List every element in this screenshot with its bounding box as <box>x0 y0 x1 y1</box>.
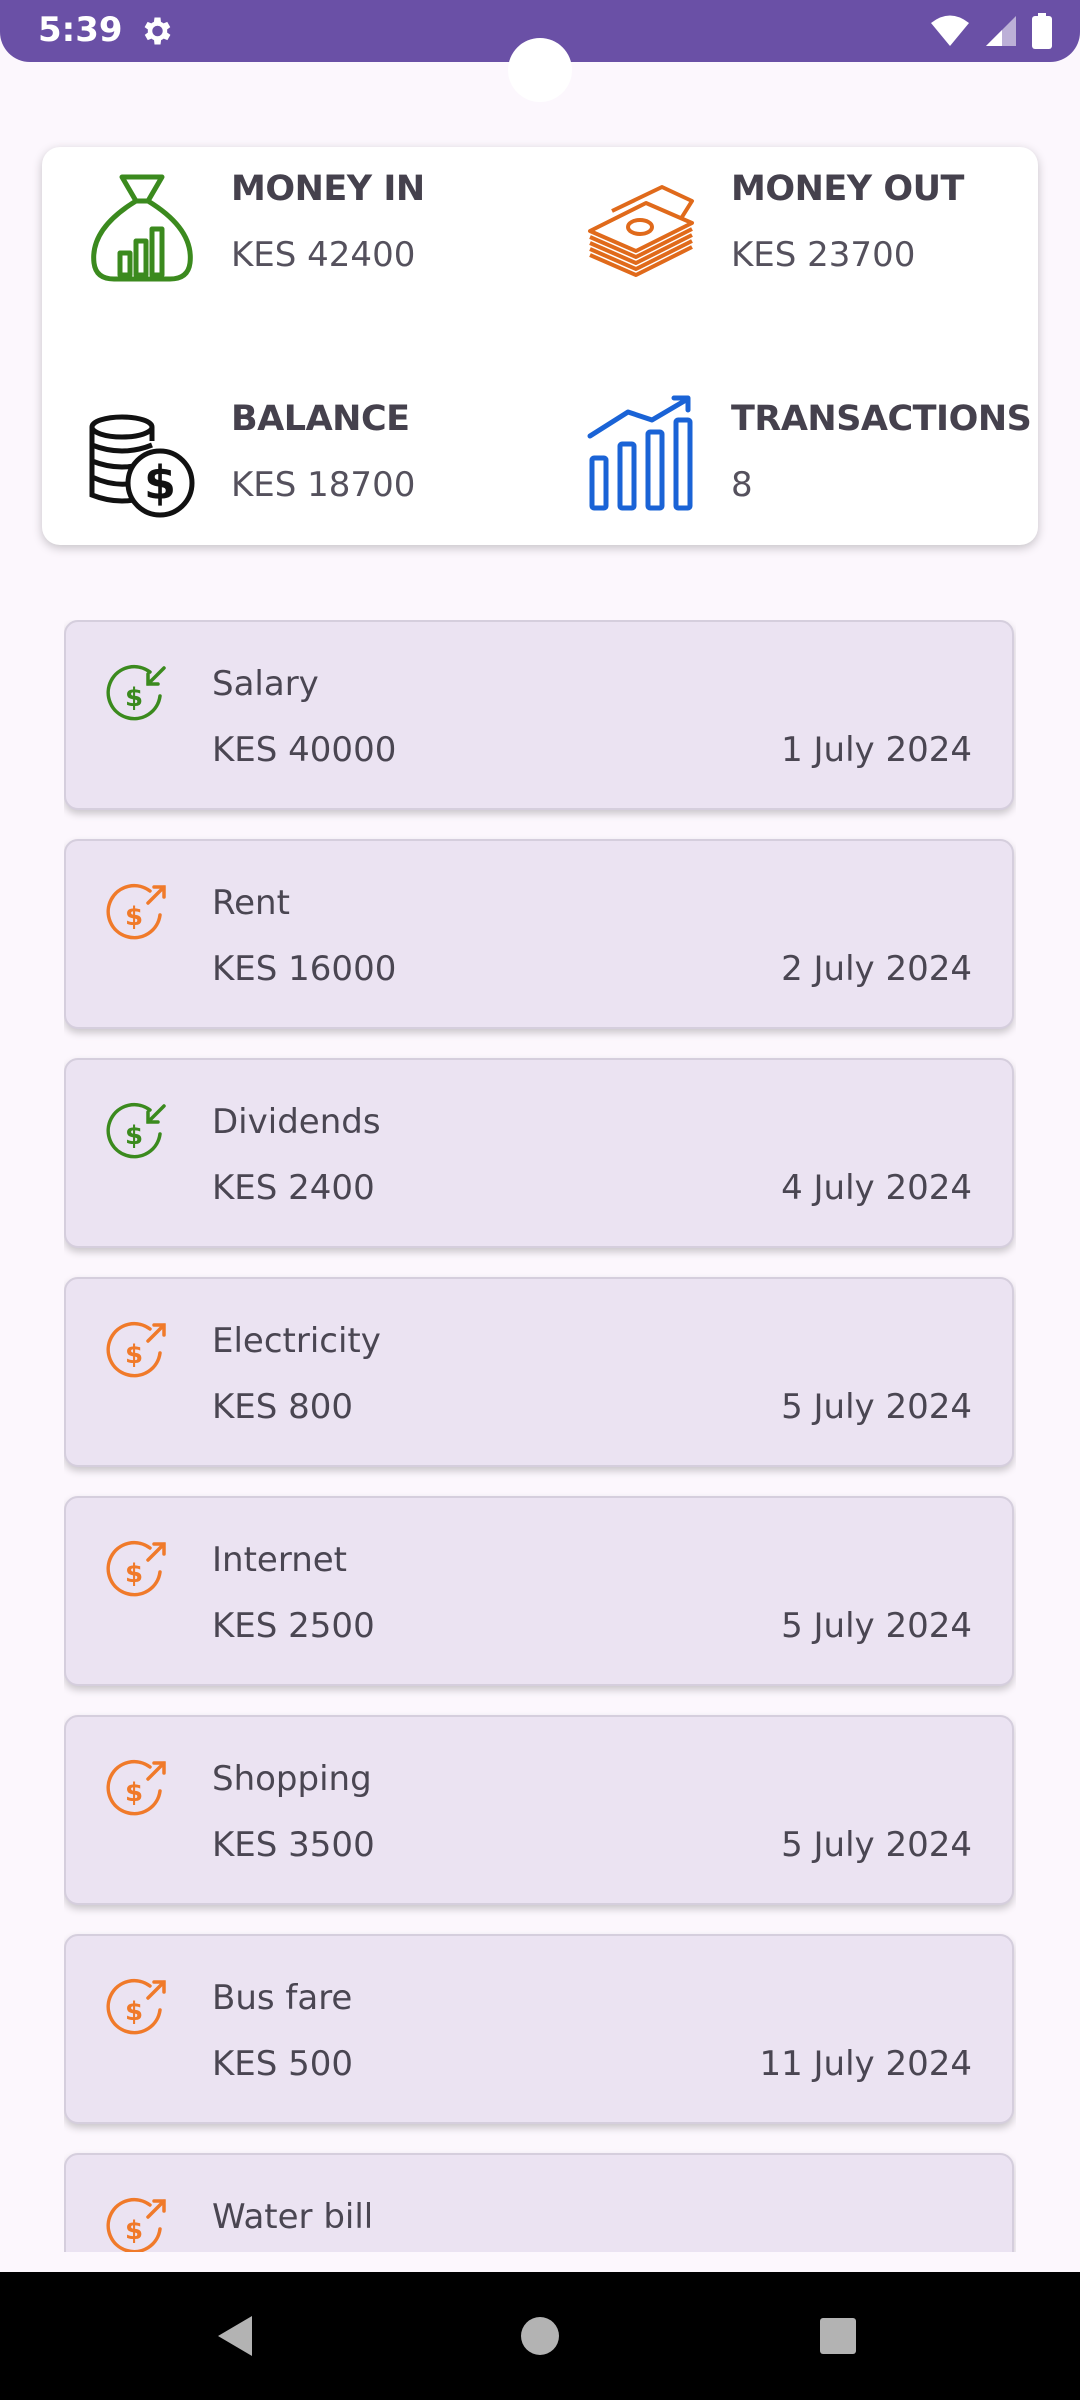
transaction-amount: KES 800 <box>212 1387 354 1427</box>
transaction-amount: KES 2500 <box>212 1606 375 1646</box>
money-out-icon: $ <box>106 1321 166 1378</box>
transaction-date: 1 July 2024 <box>781 730 972 770</box>
svg-text:$: $ <box>125 1340 143 1370</box>
cash-stack-icon <box>588 185 694 277</box>
money-in-icon: $ <box>106 664 166 721</box>
money-in-icon: $ <box>106 1102 166 1159</box>
money-out-title: MONEY OUT <box>731 169 964 209</box>
wifi-icon <box>931 15 969 46</box>
transaction-item[interactable]: $ Internet KES 2500 5 July 2024 <box>64 1496 1014 1686</box>
money-out-icon: $ <box>106 1759 166 1816</box>
money-in-stat: MONEY IN KES 42400 <box>42 147 522 307</box>
status-time: 5:39 <box>38 10 123 50</box>
transaction-item[interactable]: $ Salary KES 40000 1 July 2024 <box>64 620 1014 810</box>
transaction-name: Electricity <box>212 1321 381 1361</box>
svg-text:$: $ <box>125 1559 143 1589</box>
transaction-list[interactable]: $ Salary KES 40000 1 July 2024 $ Rent KE… <box>64 620 1016 2252</box>
money-out-icon: $ <box>106 1540 166 1597</box>
money-in-title: MONEY IN <box>231 169 425 209</box>
transactions-stat: TRANSACTIONS 8 <box>542 377 1032 537</box>
svg-text:$: $ <box>125 2216 143 2246</box>
transaction-amount: KES 3500 <box>212 1825 375 1865</box>
balance-value: KES 18700 <box>231 465 416 505</box>
coins-icon: $ <box>89 414 195 518</box>
bar-chart-icon <box>587 395 693 511</box>
transaction-name: Salary <box>212 664 319 704</box>
money-out-icon: $ <box>106 2197 166 2252</box>
transaction-item[interactable]: $ Bus fare KES 500 11 July 2024 <box>64 1934 1014 2124</box>
navigation-bar <box>0 2272 1080 2400</box>
transaction-date: 4 July 2024 <box>781 1168 972 1208</box>
transactions-value: 8 <box>731 465 753 505</box>
transaction-name: Internet <box>212 1540 348 1580</box>
transactions-title: TRANSACTIONS <box>731 399 1032 439</box>
transaction-name: Shopping <box>212 1759 372 1799</box>
transaction-date: 5 July 2024 <box>781 1387 972 1427</box>
transaction-date: 5 July 2024 <box>781 1825 972 1865</box>
transaction-name: Bus fare <box>212 1978 353 2018</box>
transaction-item[interactable]: $ Water bill <box>64 2153 1014 2252</box>
money-in-value: KES 42400 <box>231 235 416 275</box>
camera-cutout <box>508 38 572 102</box>
transaction-amount: KES 16000 <box>212 949 397 989</box>
money-out-value: KES 23700 <box>731 235 916 275</box>
balance-title: BALANCE <box>231 399 410 439</box>
balance-stat: $ BALANCE KES 18700 <box>42 377 522 537</box>
money-out-icon: $ <box>106 1978 166 2035</box>
svg-text:$: $ <box>125 1778 143 1808</box>
signal-icon <box>986 16 1016 46</box>
transaction-name: Rent <box>212 883 290 923</box>
home-icon[interactable] <box>510 2306 570 2366</box>
transaction-date: 11 July 2024 <box>759 2044 972 2084</box>
transaction-name: Dividends <box>212 1102 381 1142</box>
transaction-date: 2 July 2024 <box>781 949 972 989</box>
transaction-amount: KES 500 <box>212 2044 354 2084</box>
svg-text:$: $ <box>125 683 143 713</box>
transaction-item[interactable]: $ Shopping KES 3500 5 July 2024 <box>64 1715 1014 1905</box>
money-out-stat: MONEY OUT KES 23700 <box>542 147 1022 307</box>
svg-text:$: $ <box>125 1997 143 2027</box>
transaction-name: Water bill <box>212 2197 374 2237</box>
transaction-amount: KES 40000 <box>212 730 397 770</box>
settings-gear-icon <box>144 17 171 45</box>
svg-text:$: $ <box>144 456 176 510</box>
transaction-item[interactable]: $ Dividends KES 2400 4 July 2024 <box>64 1058 1014 1248</box>
transaction-item[interactable]: $ Rent KES 16000 2 July 2024 <box>64 839 1014 1029</box>
transaction-date: 5 July 2024 <box>781 1606 972 1646</box>
status-icons <box>930 13 1052 49</box>
transaction-amount: KES 2400 <box>212 1168 375 1208</box>
summary-card: MONEY IN KES 42400 MONEY OUT KES 23700 $… <box>42 147 1038 545</box>
transaction-item[interactable]: $ Electricity KES 800 5 July 2024 <box>64 1277 1014 1467</box>
svg-text:$: $ <box>125 1121 143 1151</box>
battery-icon <box>1032 13 1052 49</box>
money-out-icon: $ <box>106 883 166 940</box>
recents-icon[interactable] <box>808 2306 868 2366</box>
svg-text:$: $ <box>125 902 143 932</box>
money-bag-icon <box>91 174 193 282</box>
back-icon[interactable] <box>206 2306 266 2366</box>
